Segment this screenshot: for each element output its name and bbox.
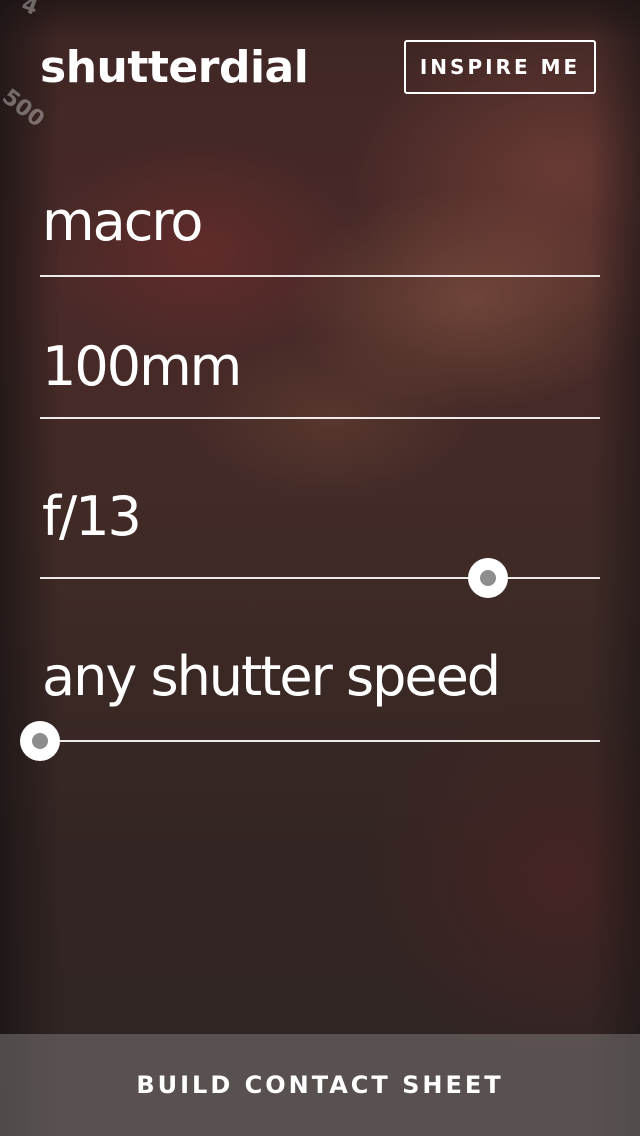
focal-length-field[interactable]: 100mm	[40, 335, 600, 425]
app-logo: shutterdial	[40, 42, 309, 93]
scene-value[interactable]: macro	[42, 190, 203, 253]
dial-mark-4: 4	[18, 0, 42, 21]
aperture-slider[interactable]: f/13	[40, 485, 600, 605]
scene-underline	[40, 275, 600, 277]
aperture-slider-thumb[interactable]	[468, 558, 508, 598]
scene-field[interactable]: macro	[40, 190, 600, 280]
shutter-speed-value: any shutter speed	[42, 645, 501, 708]
shutter-speed-slider-thumb[interactable]	[20, 721, 60, 761]
inspire-me-label: INSPIRE ME	[419, 55, 581, 79]
build-contact-sheet-label: BUILD CONTACT SHEET	[136, 1071, 504, 1099]
aperture-value: f/13	[42, 485, 142, 548]
focal-length-underline	[40, 417, 600, 419]
aperture-slider-track[interactable]	[40, 577, 600, 579]
inspire-me-button[interactable]: INSPIRE ME	[404, 40, 596, 94]
shutter-speed-slider-track[interactable]	[40, 740, 600, 742]
build-contact-sheet-button[interactable]: BUILD CONTACT SHEET	[0, 1034, 640, 1136]
focal-length-value[interactable]: 100mm	[42, 335, 242, 398]
shutter-speed-slider[interactable]: any shutter speed	[20, 645, 600, 765]
